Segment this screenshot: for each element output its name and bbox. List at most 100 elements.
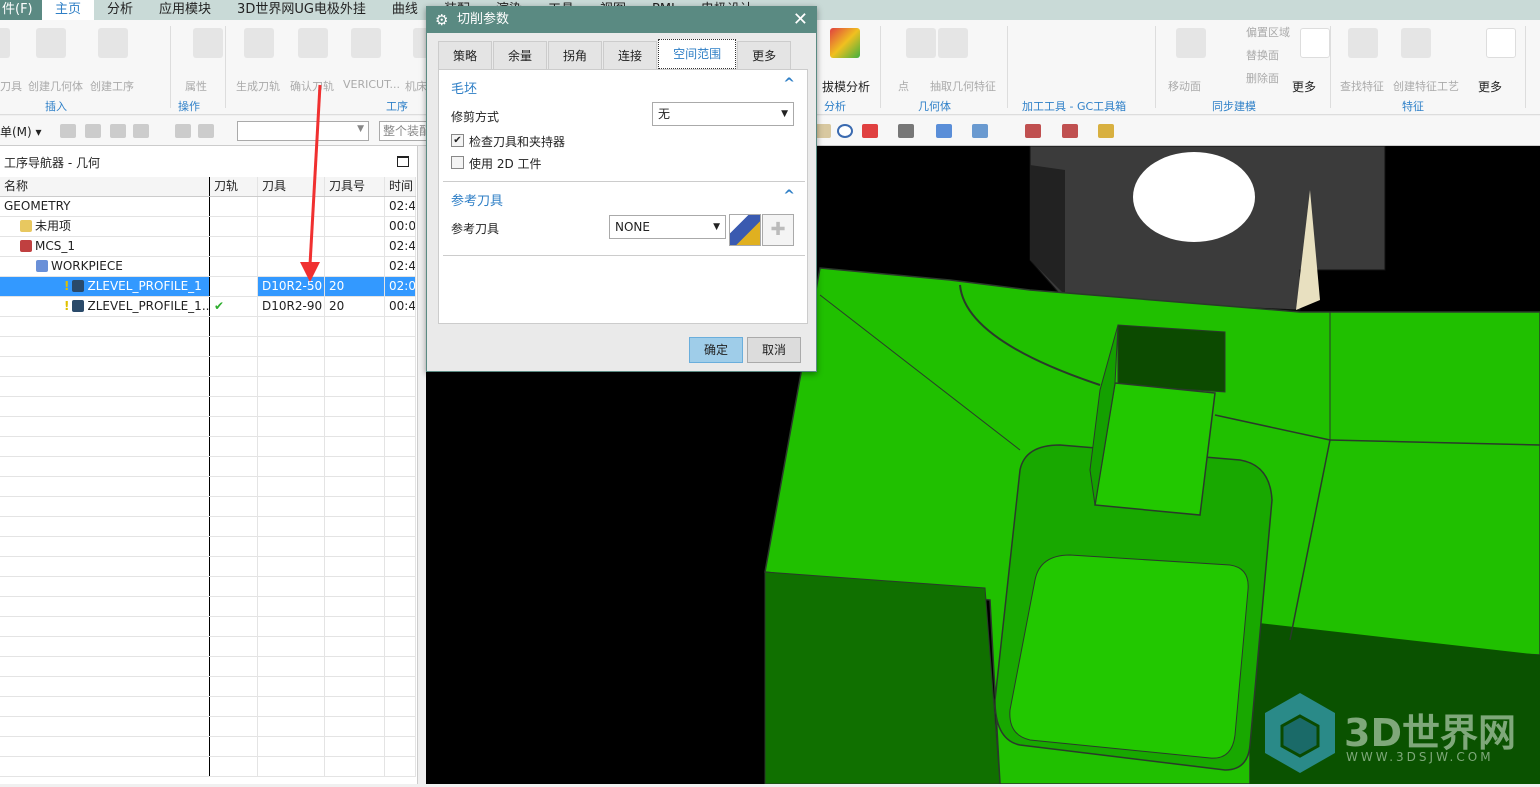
column-header[interactable]: 刀具 <box>258 177 325 196</box>
ribbon-button-label[interactable]: 偏置区域 <box>1246 24 1290 40</box>
table-row[interactable]: ! ZLEVEL_PROFILE_1...✔D10R2-902000:43 <box>0 297 416 317</box>
ribbon-button-label[interactable]: 查找特征 <box>1340 78 1384 94</box>
menu-item[interactable]: 件(F) <box>0 0 42 20</box>
nav-view-icon[interactable] <box>110 124 126 138</box>
tool-number-cell <box>325 257 385 276</box>
ribbon-button-icon[interactable] <box>1401 28 1431 58</box>
ribbon-button-icon[interactable] <box>1348 28 1378 58</box>
ribbon-button-label[interactable]: 确认刀轨 <box>290 78 334 94</box>
table-row[interactable]: GEOMETRY 02:44 <box>0 197 416 217</box>
ribbon-button-icon[interactable] <box>98 28 128 58</box>
tab-4[interactable]: 空间范围 <box>658 39 737 69</box>
ribbon-button-label[interactable]: 更多 <box>1478 78 1502 95</box>
ruler-icon[interactable] <box>1098 124 1114 138</box>
select-icon[interactable] <box>815 124 831 138</box>
cancel-button[interactable]: 取消 <box>747 337 801 363</box>
column-header[interactable]: 刀具号 <box>325 177 385 196</box>
ribbon-button-icon[interactable] <box>938 28 968 58</box>
ribbon-button-label[interactable]: 拔模分析 <box>822 78 870 95</box>
ribbon-button-icon[interactable] <box>298 28 328 58</box>
table-row[interactable]: WORKPIECE 02:44 <box>0 257 416 277</box>
tab-0[interactable]: 策略 <box>438 41 493 69</box>
empty-cell <box>258 737 325 756</box>
table-row[interactable]: 未用项 00:00 <box>0 217 416 237</box>
empty-cell <box>325 357 385 376</box>
ribbon-button-label[interactable]: 更多 <box>1292 78 1316 95</box>
toolpath-status <box>210 257 258 276</box>
trim-method-select[interactable]: 无 ▼ <box>652 102 794 126</box>
ribbon-button-label[interactable]: 属性 <box>185 78 207 94</box>
column-header[interactable]: 时间 <box>385 177 416 196</box>
ribbon-button-icon[interactable] <box>0 28 10 58</box>
ok-button[interactable]: 确定 <box>689 337 743 363</box>
nav-view-icon[interactable] <box>85 124 101 138</box>
column-header[interactable]: 刀轨 <box>210 177 258 196</box>
maximize-icon[interactable] <box>397 156 409 167</box>
new-tool-button[interactable] <box>729 214 761 246</box>
collapse-chevron-icon[interactable]: ^ <box>783 76 795 92</box>
empty-cell <box>210 457 258 476</box>
tab-5[interactable]: 更多 <box>737 41 792 69</box>
ribbon-button-icon[interactable] <box>351 28 381 58</box>
empty-cell <box>258 697 325 716</box>
menu-dropdown[interactable]: 单(M) ▾ <box>0 123 42 140</box>
ribbon-button-label[interactable]: 删除面 <box>1246 70 1279 86</box>
display-icon[interactable] <box>972 124 988 138</box>
tab-2[interactable]: 拐角 <box>548 41 603 69</box>
type-filter-select[interactable]: ▼ <box>237 121 369 141</box>
ribbon-button-label[interactable]: 替换面 <box>1246 47 1279 63</box>
cube-view-icon[interactable] <box>936 124 952 138</box>
check-holder-checkbox[interactable]: ✔ <box>451 134 464 147</box>
ribbon-button-label[interactable]: 刀具 <box>0 78 22 94</box>
ribbon-button-label[interactable]: 创建特征工艺 <box>1393 78 1459 94</box>
ribbon-button-icon[interactable] <box>36 28 66 58</box>
menu-item[interactable]: 3D世界网UG电极外挂 <box>224 0 379 20</box>
table-row[interactable]: ! ZLEVEL_PROFILE_1 ✔D10R2-502002:00 <box>0 277 416 297</box>
rotate-icon[interactable] <box>837 124 853 138</box>
ribbon-button-icon[interactable] <box>244 28 274 58</box>
menu-item[interactable]: 分析 <box>94 0 146 20</box>
view-layout-icon[interactable] <box>862 124 878 138</box>
menu-item[interactable]: 应用模块 <box>146 0 224 20</box>
nav-view-icon[interactable] <box>198 124 214 138</box>
ribbon-button-icon[interactable] <box>1486 28 1516 58</box>
ribbon-button-label[interactable]: 创建几何体 <box>28 78 83 94</box>
column-header[interactable]: 名称 <box>0 177 210 196</box>
render-style-icon[interactable] <box>898 124 914 138</box>
ribbon-button-label[interactable]: VERICUT... <box>343 78 400 91</box>
ribbon-button-icon[interactable] <box>906 28 936 58</box>
measure-icon[interactable] <box>1025 124 1041 138</box>
folder-icon <box>20 220 32 232</box>
nav-view-icon[interactable] <box>175 124 191 138</box>
ribbon-button-label[interactable]: 抽取几何特征 <box>930 78 996 94</box>
tab-1[interactable]: 余量 <box>493 41 548 69</box>
table-row[interactable]: MCS_1 02:44 <box>0 237 416 257</box>
empty-cell <box>0 637 210 656</box>
menu-item[interactable]: 主页 <box>42 0 95 20</box>
empty-cell <box>385 437 416 456</box>
ribbon-button-label[interactable]: 创建工序 <box>90 78 134 94</box>
section-ref-tool-header[interactable]: 参考刀具 <box>451 190 503 209</box>
tab-3[interactable]: 连接 <box>603 41 658 69</box>
ribbon-button-label[interactable]: 移动面 <box>1168 78 1201 94</box>
use-2d-workpiece-checkbox[interactable] <box>451 156 464 169</box>
menu-item[interactable]: 曲线 <box>379 0 431 20</box>
nav-view-icon[interactable] <box>60 124 76 138</box>
ribbon-button-label[interactable]: 点 <box>898 78 909 94</box>
ribbon-button-icon[interactable] <box>193 28 223 58</box>
ribbon-button-icon[interactable] <box>1300 28 1330 58</box>
dialog-title-bar[interactable]: ⚙ 切削参数 ✕ <box>427 7 816 33</box>
close-icon[interactable]: ✕ <box>793 7 808 33</box>
collapse-chevron-icon[interactable]: ^ <box>783 188 795 204</box>
ribbon-button-icon[interactable] <box>1176 28 1206 58</box>
ref-tool-select[interactable]: NONE ▼ <box>609 215 726 239</box>
ribbon-button-icon[interactable] <box>830 28 860 58</box>
nav-view-icon[interactable] <box>133 124 149 138</box>
section-blank-header[interactable]: 毛坯 <box>451 78 477 97</box>
tool-cell: D10R2-90 <box>258 297 325 316</box>
ribbon-button-label[interactable]: 生成刀轨 <box>236 78 280 94</box>
node-name: 未用项 <box>35 219 72 233</box>
ribbon-button-label[interactable]: 机床 <box>405 78 427 94</box>
edit-tool-button[interactable]: ✚ <box>762 214 794 246</box>
distance-icon[interactable] <box>1062 124 1078 138</box>
